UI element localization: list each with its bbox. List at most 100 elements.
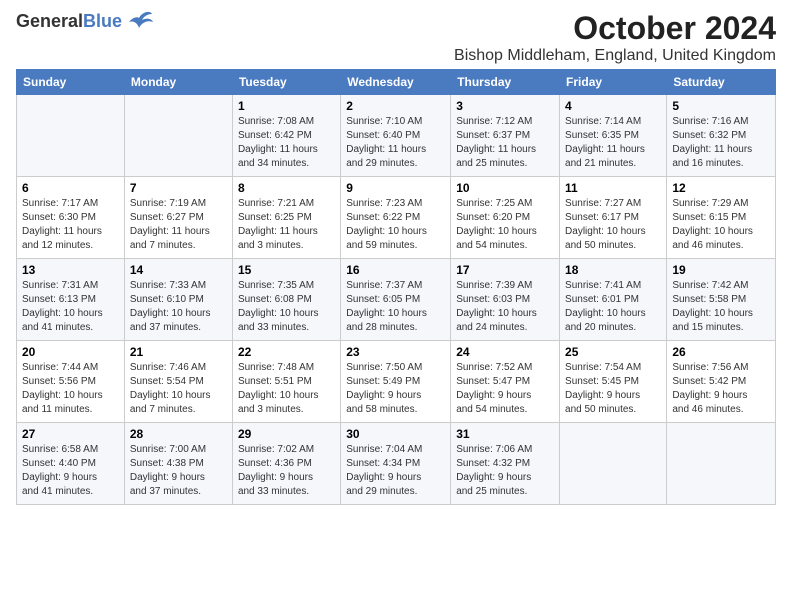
day-header-thursday: Thursday — [451, 70, 560, 95]
month-title: October 2024 — [454, 10, 776, 47]
day-info: Sunrise: 7:29 AM Sunset: 6:15 PM Dayligh… — [672, 197, 770, 253]
day-info: Sunrise: 7:27 AM Sunset: 6:17 PM Dayligh… — [565, 197, 661, 253]
day-number: 1 — [238, 99, 335, 113]
calendar-cell: 29 Sunrise: 7:02 AM Sunset: 4:36 PM Dayli… — [232, 423, 340, 505]
day-header-sunday: Sunday — [17, 70, 125, 95]
day-number: 18 — [565, 263, 661, 277]
day-number: 10 — [456, 181, 554, 195]
day-info: Sunrise: 7:04 AM Sunset: 4:34 PM Dayligh… — [346, 443, 445, 499]
day-number: 11 — [565, 181, 661, 195]
day-info: Sunrise: 6:58 AM Sunset: 4:40 PM Dayligh… — [22, 443, 119, 499]
calendar-cell: 3 Sunrise: 7:12 AM Sunset: 6:37 PM Daylig… — [451, 95, 560, 177]
day-info: Sunrise: 7:02 AM Sunset: 4:36 PM Dayligh… — [238, 443, 335, 499]
calendar-cell: 24Sunrise: 7:52 AM Sunset: 5:47 PM Dayli… — [451, 341, 560, 423]
day-info: Sunrise: 7:00 AM Sunset: 4:38 PM Dayligh… — [130, 443, 227, 499]
day-info: Sunrise: 7:54 AM Sunset: 5:45 PM Dayligh… — [565, 361, 661, 417]
day-number: 6 — [22, 181, 119, 195]
day-number: 20 — [22, 345, 119, 359]
day-info: Sunrise: 7:16 AM Sunset: 6:32 PM Dayligh… — [672, 115, 770, 171]
day-header-saturday: Saturday — [667, 70, 776, 95]
day-number: 30 — [346, 427, 445, 441]
logo-text: GeneralBlue — [16, 11, 122, 32]
day-number: 17 — [456, 263, 554, 277]
calendar-cell: 22 Sunrise: 7:48 AM Sunset: 5:51 PM Dayli… — [232, 341, 340, 423]
calendar-cell: 1 Sunrise: 7:08 AM Sunset: 6:42 PM Daylig… — [232, 95, 340, 177]
day-info: Sunrise: 7:08 AM Sunset: 6:42 PM Dayligh… — [238, 115, 335, 171]
calendar-header-row: SundayMondayTuesdayWednesdayThursdayFrid… — [17, 70, 776, 95]
day-number: 25 — [565, 345, 661, 359]
calendar-cell: 20Sunrise: 7:44 AM Sunset: 5:56 PM Dayli… — [17, 341, 125, 423]
day-number: 31 — [456, 427, 554, 441]
calendar-cell: 16Sunrise: 7:37 AM Sunset: 6:05 PM Dayli… — [341, 259, 451, 341]
day-number: 8 — [238, 181, 335, 195]
day-info: Sunrise: 7:06 AM Sunset: 4:32 PM Dayligh… — [456, 443, 554, 499]
calendar-cell: 8 Sunrise: 7:21 AM Sunset: 6:25 PM Daylig… — [232, 177, 340, 259]
day-number: 9 — [346, 181, 445, 195]
day-number: 3 — [456, 99, 554, 113]
day-info: Sunrise: 7:14 AM Sunset: 6:35 PM Dayligh… — [565, 115, 661, 171]
day-number: 15 — [238, 263, 335, 277]
logo-blue: Blue — [83, 11, 122, 31]
day-number: 23 — [346, 345, 445, 359]
calendar-cell — [560, 423, 667, 505]
day-number: 28 — [130, 427, 227, 441]
day-number: 21 — [130, 345, 227, 359]
logo-general: General — [16, 11, 83, 31]
calendar-cell: 14 Sunrise: 7:33 AM Sunset: 6:10 PM Dayli… — [124, 259, 232, 341]
logo-bird-icon — [124, 10, 154, 32]
day-info: Sunrise: 7:19 AM Sunset: 6:27 PM Dayligh… — [130, 197, 227, 253]
day-number: 12 — [672, 181, 770, 195]
calendar-cell: 30 Sunrise: 7:04 AM Sunset: 4:34 PM Dayli… — [341, 423, 451, 505]
day-number: 13 — [22, 263, 119, 277]
day-header-tuesday: Tuesday — [232, 70, 340, 95]
calendar-week-row: 27 Sunrise: 6:58 AM Sunset: 4:40 PM Dayli… — [17, 423, 776, 505]
day-number: 19 — [672, 263, 770, 277]
day-number: 22 — [238, 345, 335, 359]
calendar-cell: 9Sunrise: 7:23 AM Sunset: 6:22 PM Daylig… — [341, 177, 451, 259]
day-number: 24 — [456, 345, 554, 359]
calendar-cell — [667, 423, 776, 505]
calendar-cell: 13Sunrise: 7:31 AM Sunset: 6:13 PM Dayli… — [17, 259, 125, 341]
day-header-monday: Monday — [124, 70, 232, 95]
calendar-cell: 6Sunrise: 7:17 AM Sunset: 6:30 PM Daylig… — [17, 177, 125, 259]
calendar-week-row: 13Sunrise: 7:31 AM Sunset: 6:13 PM Dayli… — [17, 259, 776, 341]
calendar-cell: 28 Sunrise: 7:00 AM Sunset: 4:38 PM Dayli… — [124, 423, 232, 505]
calendar-cell: 12 Sunrise: 7:29 AM Sunset: 6:15 PM Dayli… — [667, 177, 776, 259]
header: GeneralBlue October 2024 Bishop Middleha… — [16, 10, 776, 65]
calendar-cell: 15 Sunrise: 7:35 AM Sunset: 6:08 PM Dayli… — [232, 259, 340, 341]
calendar-cell — [124, 95, 232, 177]
day-number: 4 — [565, 99, 661, 113]
day-info: Sunrise: 7:25 AM Sunset: 6:20 PM Dayligh… — [456, 197, 554, 253]
calendar-week-row: 1 Sunrise: 7:08 AM Sunset: 6:42 PM Daylig… — [17, 95, 776, 177]
day-info: Sunrise: 7:10 AM Sunset: 6:40 PM Dayligh… — [346, 115, 445, 171]
calendar-cell — [17, 95, 125, 177]
calendar-cell: 7 Sunrise: 7:19 AM Sunset: 6:27 PM Daylig… — [124, 177, 232, 259]
day-info: Sunrise: 7:12 AM Sunset: 6:37 PM Dayligh… — [456, 115, 554, 171]
calendar-cell: 19 Sunrise: 7:42 AM Sunset: 5:58 PM Dayli… — [667, 259, 776, 341]
location-title: Bishop Middleham, England, United Kingdo… — [454, 47, 776, 65]
day-number: 29 — [238, 427, 335, 441]
calendar-cell: 18 Sunrise: 7:41 AM Sunset: 6:01 PM Dayli… — [560, 259, 667, 341]
calendar-cell: 17 Sunrise: 7:39 AM Sunset: 6:03 PM Dayli… — [451, 259, 560, 341]
day-header-friday: Friday — [560, 70, 667, 95]
calendar-cell: 26Sunrise: 7:56 AM Sunset: 5:42 PM Dayli… — [667, 341, 776, 423]
day-info: Sunrise: 7:33 AM Sunset: 6:10 PM Dayligh… — [130, 279, 227, 335]
day-number: 27 — [22, 427, 119, 441]
day-info: Sunrise: 7:46 AM Sunset: 5:54 PM Dayligh… — [130, 361, 227, 417]
calendar-week-row: 20Sunrise: 7:44 AM Sunset: 5:56 PM Dayli… — [17, 341, 776, 423]
day-number: 7 — [130, 181, 227, 195]
calendar-cell: 4 Sunrise: 7:14 AM Sunset: 6:35 PM Daylig… — [560, 95, 667, 177]
day-number: 14 — [130, 263, 227, 277]
day-info: Sunrise: 7:42 AM Sunset: 5:58 PM Dayligh… — [672, 279, 770, 335]
day-info: Sunrise: 7:50 AM Sunset: 5:49 PM Dayligh… — [346, 361, 445, 417]
day-info: Sunrise: 7:48 AM Sunset: 5:51 PM Dayligh… — [238, 361, 335, 417]
day-info: Sunrise: 7:21 AM Sunset: 6:25 PM Dayligh… — [238, 197, 335, 253]
calendar-cell: 25 Sunrise: 7:54 AM Sunset: 5:45 PM Dayli… — [560, 341, 667, 423]
calendar-cell: 11 Sunrise: 7:27 AM Sunset: 6:17 PM Dayli… — [560, 177, 667, 259]
day-info: Sunrise: 7:35 AM Sunset: 6:08 PM Dayligh… — [238, 279, 335, 335]
calendar-cell: 2Sunrise: 7:10 AM Sunset: 6:40 PM Daylig… — [341, 95, 451, 177]
day-info: Sunrise: 7:39 AM Sunset: 6:03 PM Dayligh… — [456, 279, 554, 335]
day-number: 5 — [672, 99, 770, 113]
day-info: Sunrise: 7:41 AM Sunset: 6:01 PM Dayligh… — [565, 279, 661, 335]
calendar-cell: 23 Sunrise: 7:50 AM Sunset: 5:49 PM Dayli… — [341, 341, 451, 423]
